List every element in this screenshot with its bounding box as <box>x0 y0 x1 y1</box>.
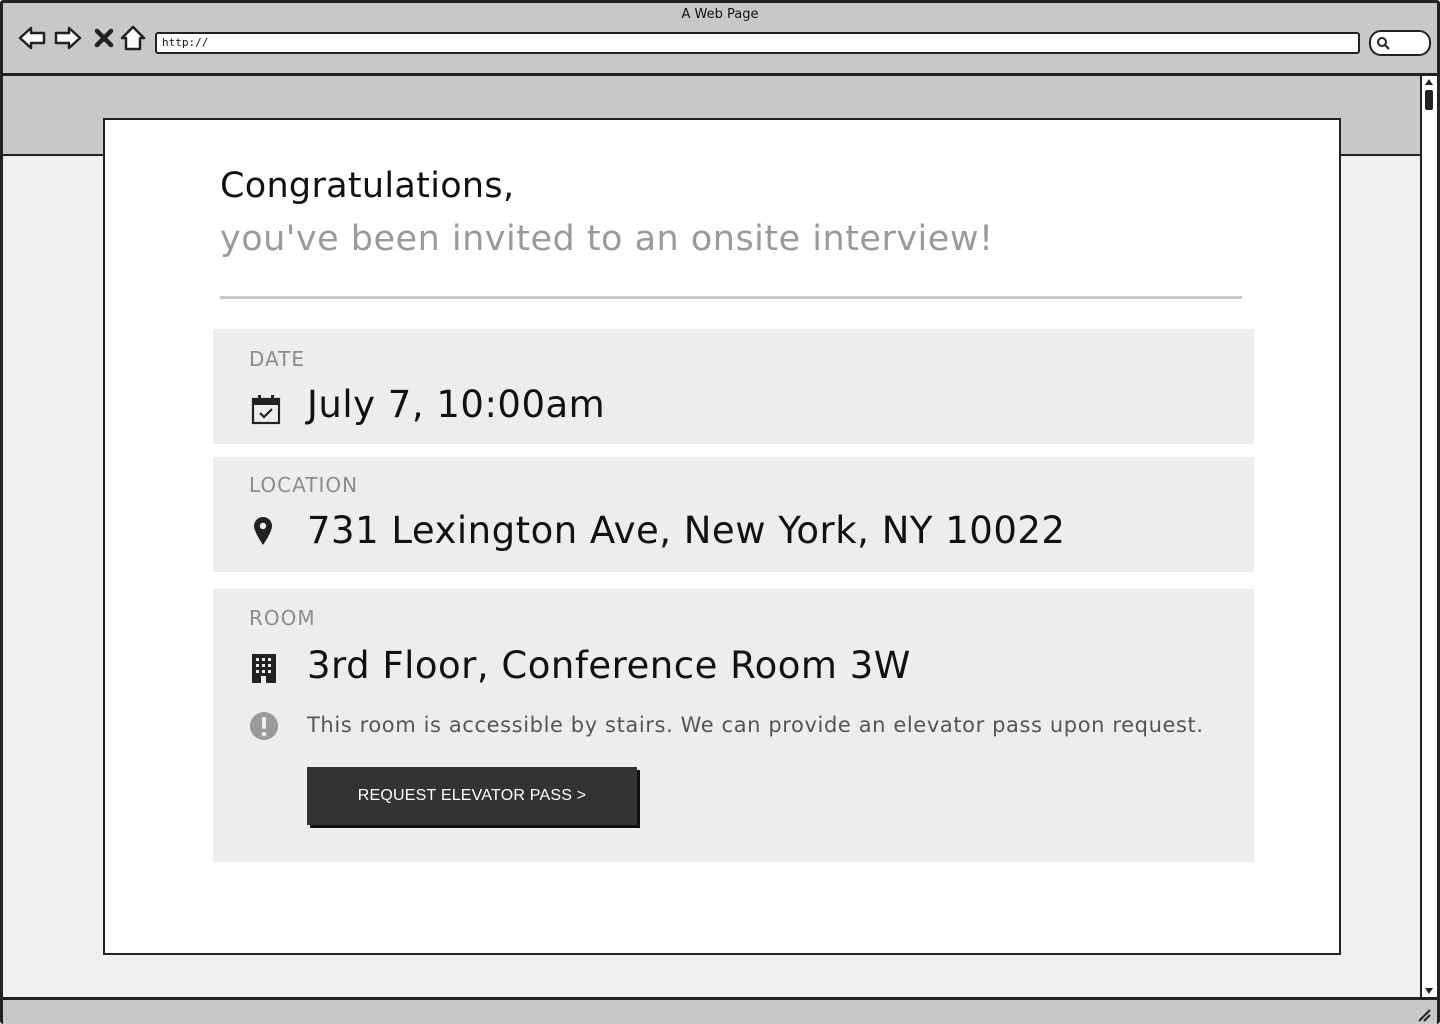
status-bar <box>3 997 1437 1024</box>
resize-grip-icon[interactable] <box>1417 1008 1431 1022</box>
page-subtitle: you've been invited to an onsite intervi… <box>220 219 994 259</box>
forward-arrow-icon[interactable] <box>53 23 83 53</box>
browser-toolbar: A Web Page http:// <box>3 3 1437 76</box>
exclamation-circle-icon <box>249 711 283 745</box>
scroll-up-arrow-icon[interactable] <box>1424 78 1434 86</box>
room-accessibility-note: This room is accessible by stairs. We ca… <box>307 713 1204 737</box>
location-value: 731 Lexington Ave, New York, NY 10022 <box>307 509 1066 552</box>
page-viewport: Congratulations, you've been invited to … <box>3 76 1420 997</box>
divider <box>220 296 1242 299</box>
date-section: DATE July 7, 10:00am <box>213 329 1254 444</box>
date-label: DATE <box>249 347 306 371</box>
room-section: ROOM 3rd Floor, Conference Room 3W This … <box>213 589 1254 862</box>
stop-x-icon[interactable] <box>89 23 119 53</box>
room-value: 3rd Floor, Conference Room 3W <box>307 644 911 687</box>
calendar-check-icon <box>249 392 283 426</box>
page-title: Congratulations, <box>220 166 515 206</box>
scrollbar-thumb[interactable] <box>1425 90 1433 110</box>
room-label: ROOM <box>249 606 316 630</box>
map-pin-icon <box>249 514 283 548</box>
back-arrow-icon[interactable] <box>17 23 47 53</box>
browser-search-field[interactable] <box>1369 30 1431 56</box>
address-bar[interactable]: http:// <box>155 32 1360 54</box>
vertical-scrollbar[interactable] <box>1420 76 1437 997</box>
invitation-card: Congratulations, you've been invited to … <box>103 118 1341 955</box>
location-label: LOCATION <box>249 473 359 497</box>
scroll-down-arrow-icon[interactable] <box>1424 987 1434 995</box>
browser-window: A Web Page http:// Congratulations, you'… <box>0 0 1440 1024</box>
building-icon <box>249 651 283 685</box>
window-title: A Web Page <box>681 7 759 22</box>
home-icon[interactable] <box>118 23 148 53</box>
search-icon <box>1377 37 1390 50</box>
date-value: July 7, 10:00am <box>307 383 606 426</box>
location-section: LOCATION 731 Lexington Ave, New York, NY… <box>213 457 1254 572</box>
request-elevator-pass-button[interactable]: REQUEST ELEVATOR PASS > <box>307 767 637 825</box>
